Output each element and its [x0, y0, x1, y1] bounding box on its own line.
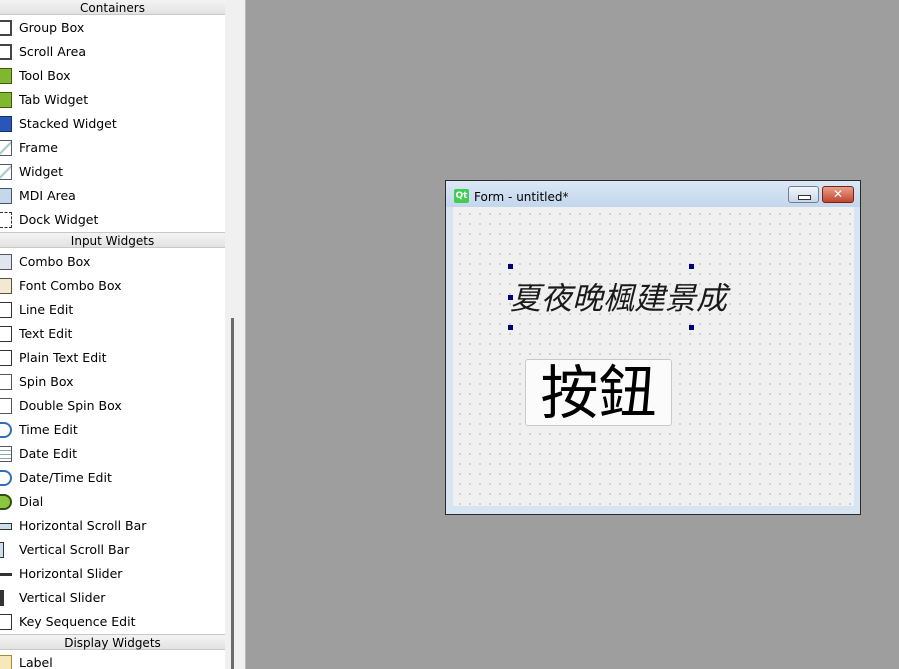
widget-item-tab-widget[interactable]: Tab Widget — [0, 88, 225, 112]
widget-item-label: Plain Text Edit — [19, 350, 107, 365]
qt-logo-icon: Qt — [454, 189, 469, 203]
widget-item-label: Scroll Area — [19, 44, 87, 59]
widget-item-plain-text-edit[interactable]: Plain Text Edit — [0, 346, 225, 370]
widget-item-time-edit[interactable]: Time Edit — [0, 418, 225, 442]
combo-box-icon — [0, 254, 12, 270]
widget-item-label: Text Edit — [19, 326, 73, 341]
widget-item-group-box[interactable]: Group Box — [0, 16, 225, 40]
horizontal-slider-icon — [0, 573, 12, 576]
dial-icon — [0, 494, 12, 510]
time-edit-icon — [0, 422, 12, 438]
widget-item-label: Combo Box — [19, 254, 91, 269]
form-canvas[interactable]: 夏夜晚楓建景成 按鈕 — [453, 207, 854, 506]
widget-item-frame[interactable]: Frame — [0, 136, 225, 160]
widget-item-label: Tool Box — [19, 68, 71, 83]
selection-handle-middle-left[interactable] — [508, 295, 513, 300]
widget-item-horizontal-slider[interactable]: Horizontal Slider — [0, 562, 225, 586]
widget-item-double-spin-box[interactable]: Double Spin Box — [0, 394, 225, 418]
widget-item-widget[interactable]: Widget — [0, 160, 225, 184]
widget-item-label: Line Edit — [19, 302, 74, 317]
date-time-edit-icon — [0, 470, 12, 486]
widget-item-mdi-area[interactable]: MDI Area — [0, 184, 225, 208]
close-button[interactable]: ✕ — [822, 186, 854, 203]
frame-icon — [0, 140, 12, 156]
widget-item-label: Widget — [19, 164, 64, 179]
plain-text-edit-icon — [0, 350, 12, 366]
widget-item-line-edit[interactable]: Line Edit — [0, 298, 225, 322]
line-edit-icon — [0, 302, 12, 318]
tab-widget-icon — [0, 92, 12, 108]
widget-item-date-time-edit[interactable]: Date/Time Edit — [0, 466, 225, 490]
form-titlebar[interactable]: Qt Form - untitled* ✕ — [446, 181, 860, 207]
category-header-input-widgets[interactable]: Input Widgets — [0, 232, 225, 248]
widget-item-label: Key Sequence Edit — [19, 614, 136, 629]
label-icon — [0, 655, 12, 669]
widget-item-label: Dock Widget — [19, 212, 99, 227]
widget-item-label: Tab Widget — [19, 92, 89, 107]
tool-box-icon — [0, 68, 12, 84]
widget-item-label: Frame — [19, 140, 58, 155]
panel-splitter[interactable] — [225, 0, 246, 669]
widget-item-label: Horizontal Scroll Bar — [19, 518, 147, 533]
widget-item-key-sequence-edit[interactable]: Key Sequence Edit — [0, 610, 225, 634]
widget-item-label: Double Spin Box — [19, 398, 122, 413]
widget-item-label: Vertical Scroll Bar — [19, 542, 130, 557]
widget-item-vertical-slider[interactable]: Vertical Slider — [0, 586, 225, 610]
dock-widget-icon — [0, 212, 12, 228]
widget-item-label-text: Label — [19, 655, 53, 669]
widget-item-label: Vertical Slider — [19, 590, 106, 605]
widget-item-label: Spin Box — [19, 374, 74, 389]
scroll-area-icon — [0, 44, 12, 60]
selection-handle-top-left[interactable] — [508, 264, 513, 269]
widget-item-label: Date/Time Edit — [19, 470, 112, 485]
widget-item-date-edit[interactable]: Date Edit — [0, 442, 225, 466]
category-header-containers[interactable]: Containers — [0, 0, 225, 15]
widget-item-dial[interactable]: Dial — [0, 490, 225, 514]
text-edit-icon — [0, 326, 12, 342]
widget-item-label: MDI Area — [19, 188, 76, 203]
group-box-icon — [0, 20, 12, 36]
selection-handle-bottom-right[interactable] — [689, 325, 694, 330]
spin-box-icon — [0, 374, 12, 390]
widget-item-scroll-area[interactable]: Scroll Area — [0, 40, 225, 64]
vertical-slider-icon — [0, 590, 4, 606]
selection-handle-top-right[interactable] — [689, 264, 694, 269]
double-spin-box-icon — [0, 398, 12, 414]
push-button-widget[interactable]: 按鈕 — [525, 359, 672, 426]
widget-item-spin-box[interactable]: Spin Box — [0, 370, 225, 394]
minimize-icon — [798, 195, 811, 200]
font-combo-box-icon — [0, 278, 12, 294]
window-title: Form - untitled* — [474, 190, 569, 204]
widget-item-combo-box[interactable]: Combo Box — [0, 250, 225, 274]
widget-item-label[interactable]: Label — [0, 651, 225, 669]
widget-item-stacked-widget[interactable]: Stacked Widget — [0, 112, 225, 136]
selected-label-widget[interactable]: 夏夜晚楓建景成 — [510, 277, 727, 321]
widget-item-label: Date Edit — [19, 446, 78, 461]
widget-item-horizontal-scroll-bar[interactable]: Horizontal Scroll Bar — [0, 514, 225, 538]
widget-icon — [0, 164, 12, 180]
widget-item-vertical-scroll-bar[interactable]: Vertical Scroll Bar — [0, 538, 225, 562]
widget-box-scrollbar[interactable] — [231, 318, 234, 669]
widget-item-dock-widget[interactable]: Dock Widget — [0, 208, 225, 232]
selection-handle-bottom-left[interactable] — [508, 325, 513, 330]
category-header-display-widgets[interactable]: Display Widgets — [0, 634, 225, 650]
widget-box-panel: Containers Group Box Scroll Area Tool Bo… — [0, 0, 225, 669]
widget-item-label: Time Edit — [19, 422, 78, 437]
vertical-scroll-bar-icon — [0, 542, 4, 558]
date-edit-icon — [0, 446, 12, 462]
widget-item-tool-box[interactable]: Tool Box — [0, 64, 225, 88]
stacked-widget-icon — [0, 116, 12, 132]
widget-item-label: Horizontal Slider — [19, 566, 123, 581]
widget-item-label: Group Box — [19, 20, 85, 35]
form-window[interactable]: Qt Form - untitled* ✕ 夏夜晚楓建景成 按鈕 — [445, 180, 861, 515]
widget-item-font-combo-box[interactable]: Font Combo Box — [0, 274, 225, 298]
widget-item-label: Dial — [19, 494, 44, 509]
widget-item-label: Stacked Widget — [19, 116, 117, 131]
mdi-area-icon — [0, 188, 12, 204]
horizontal-scroll-bar-icon — [0, 523, 12, 530]
key-sequence-edit-icon — [0, 614, 12, 630]
widget-item-text-edit[interactable]: Text Edit — [0, 322, 225, 346]
widget-item-label: Font Combo Box — [19, 278, 122, 293]
minimize-button[interactable] — [788, 186, 819, 203]
